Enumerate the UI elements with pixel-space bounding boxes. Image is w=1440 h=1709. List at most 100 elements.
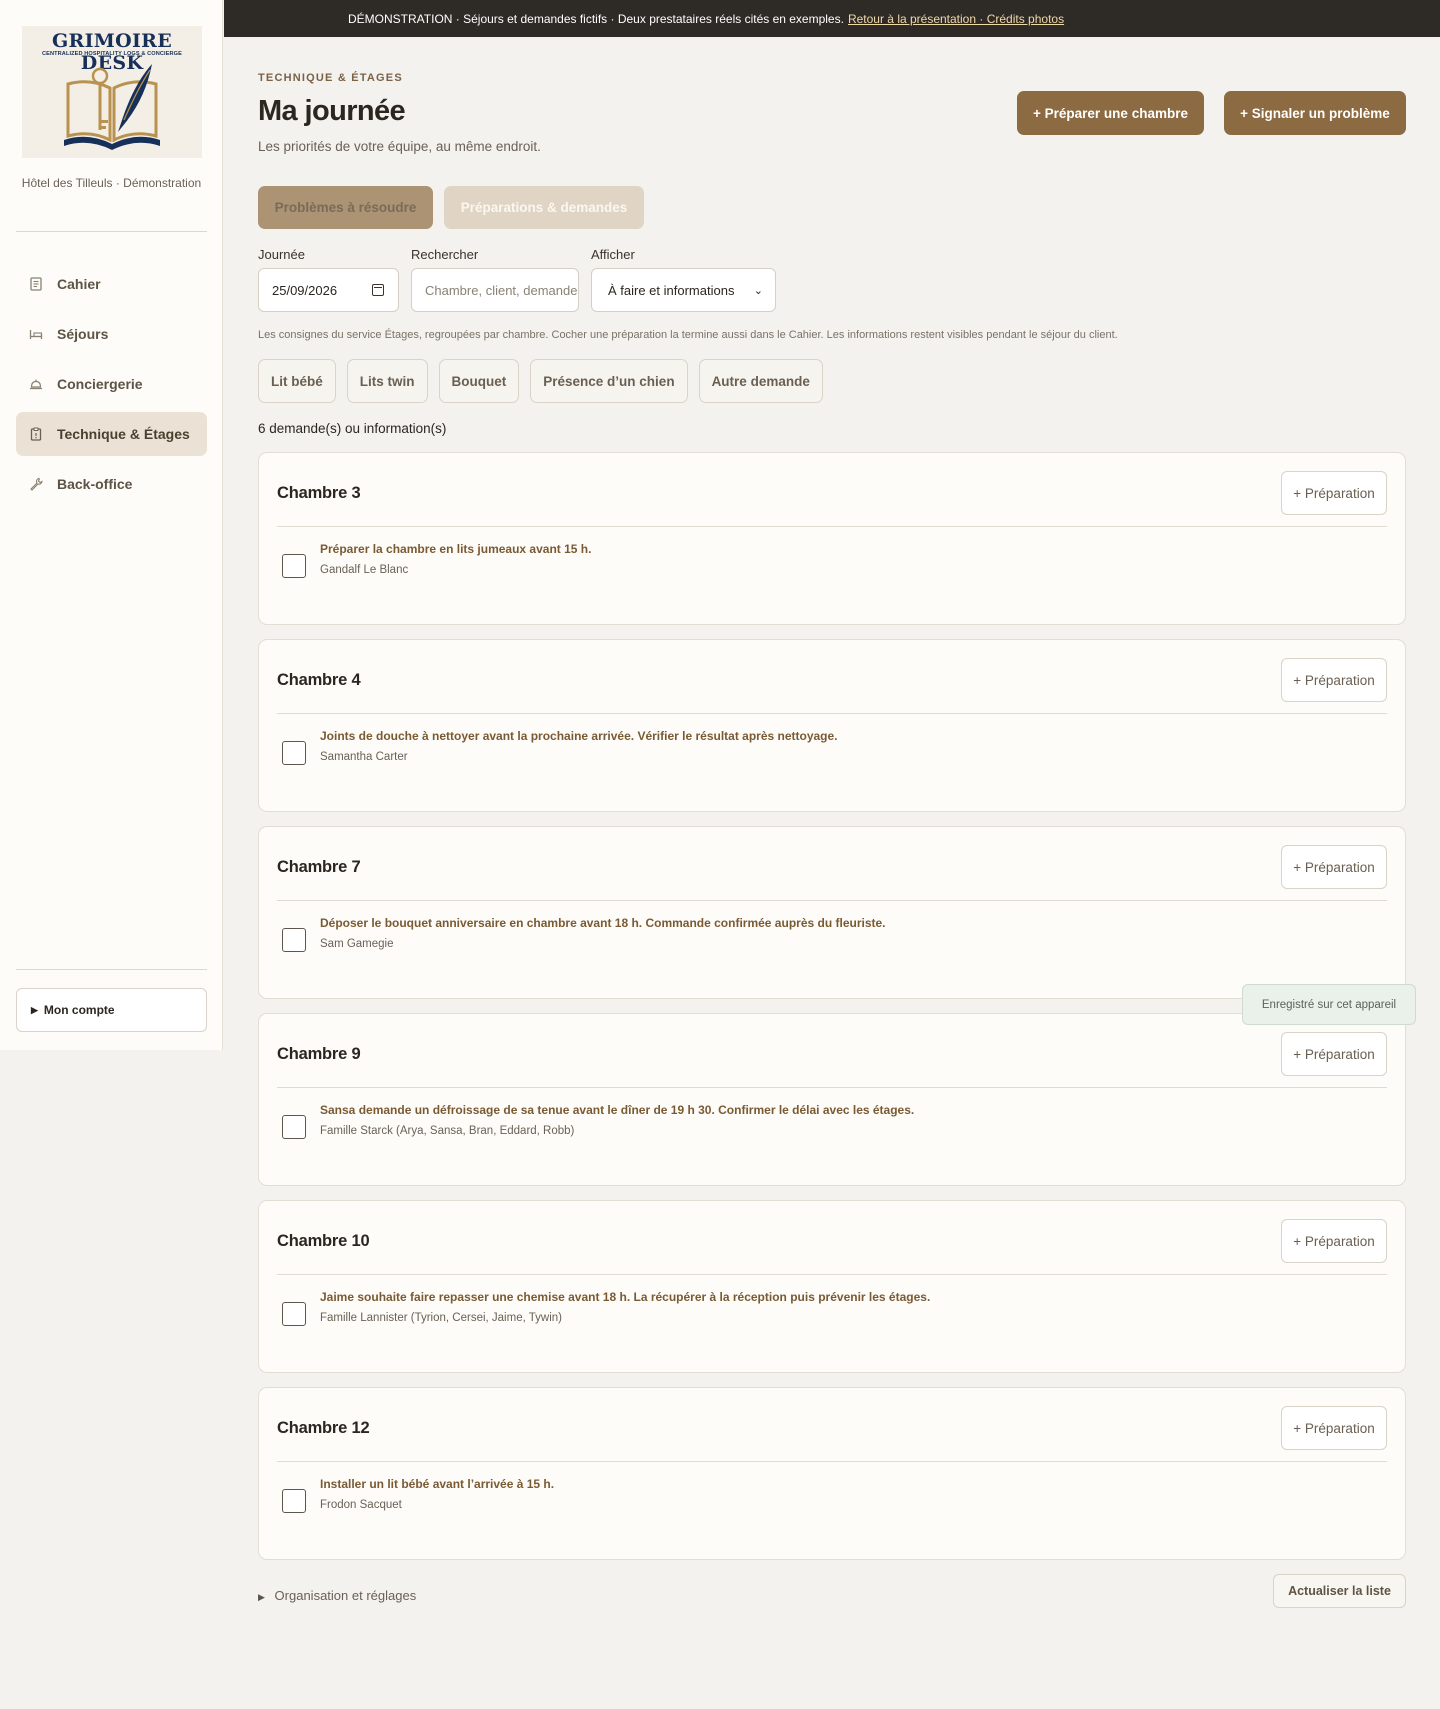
notebook-icon [30,277,42,291]
wrench-icon [30,477,43,491]
chip-bouquet[interactable]: Bouquet [438,359,520,403]
room-title: Chambre 12 [277,1419,370,1437]
chevron-down-icon: ⌄ [753,284,763,297]
card-divider [277,900,1387,901]
tab-problems[interactable]: Problèmes à résoudre [258,186,433,229]
task-text: Joints de douche à nettoyer avant la pro… [320,729,838,743]
page-subtitle: Les priorités de votre équipe, au même e… [258,139,541,154]
logo-subtitle: CENTRALIZED HOSPITALITY LOGS & CONCIERGE [42,51,182,57]
account-toggle[interactable]: ▶ Mon compte [16,988,207,1032]
sidebar-item-cahier[interactable]: Cahier [16,262,207,306]
sidebar-item-conciergerie[interactable]: Conciergerie [16,362,207,406]
app-logo[interactable]: GRIMOIRE DESK CENTRALIZED HOSPITALITY LO… [22,26,202,158]
task-guest: Famille Lannister (Tyrion, Cersei, Jaime… [320,1312,562,1324]
settings-label: Organisation et réglages [274,1588,417,1603]
task-guest: Samantha Carter [320,751,408,763]
sidebar-item-label: Conciergerie [57,376,143,392]
page-title: Ma journée [258,95,406,127]
account-label: Mon compte [43,1003,115,1017]
chip-lits-twin[interactable]: Lits twin [346,359,428,403]
room-card: Chambre 3 + Préparation Préparer la cham… [258,452,1406,625]
sidebar-item-label: Technique & Étages [57,426,190,442]
sidebar-item-label: Back-office [57,476,133,492]
search-input[interactable]: Chambre, client, demande [411,268,579,312]
task-text: Installer un lit bébé avant l’arrivée à … [320,1477,555,1491]
task-text: Sansa demande un défroissage de sa tenue… [320,1103,915,1117]
sidebar-item-back-office[interactable]: Back-office [16,462,207,506]
triangle-right-icon: ▶ [258,1592,265,1602]
chip-autre-demande[interactable]: Autre demande [698,359,823,403]
room-title: Chambre 10 [277,1232,370,1250]
hotel-name: Hôtel des Tilleuls · Démonstration [21,176,202,190]
tab-preparations[interactable]: Préparations & demandes [444,186,644,229]
task-text: Jaime souhaite faire repasser une chemis… [320,1290,931,1304]
search-label: Rechercher [411,247,479,262]
request-count: 6 demande(s) ou information(s) [258,421,447,436]
task-guest: Famille Starck (Arya, Sansa, Bran, Eddar… [320,1125,575,1137]
card-divider [277,1274,1387,1275]
sidebar-item-technique-etages[interactable]: Technique & Étages [16,412,207,456]
task-checkbox[interactable] [282,554,306,578]
add-preparation-button[interactable]: + Préparation [1281,1032,1387,1076]
room-card: Chambre 10 + Préparation Jaime souhaite … [258,1200,1406,1373]
task-checkbox[interactable] [282,1115,306,1139]
date-label: Journée [258,247,305,262]
add-preparation-button[interactable]: + Préparation [1281,1219,1387,1263]
date-field[interactable]: 25/09/2026 [258,268,399,312]
add-preparation-button[interactable]: + Préparation [1281,471,1387,515]
sidebar-item-label: Cahier [57,276,101,292]
add-preparation-button[interactable]: + Préparation [1281,658,1387,702]
task-text: Déposer le bouquet anniversaire en chamb… [320,916,886,930]
sidebar-nav: Cahier Séjours Conciergerie Technique & … [16,262,207,512]
room-card: Chambre 9 + Préparation Sansa demande un… [258,1013,1406,1186]
book-key-quill-icon [64,64,160,150]
task-checkbox[interactable] [282,741,306,765]
task-checkbox[interactable] [282,1302,306,1326]
clipboard-icon [30,427,42,441]
demo-banner-text: DÉMONSTRATION · Séjours et demandes fict… [348,11,844,26]
chip-lit-bebe[interactable]: Lit bébé [258,359,336,403]
date-value: 25/09/2026 [272,282,338,298]
card-divider [277,713,1387,714]
room-title: Chambre 7 [277,858,361,876]
chip-presence-chien[interactable]: Présence d’un chien [530,359,688,403]
saved-toast: Enregistré sur cet appareil [1242,984,1416,1025]
sidebar-divider [16,969,207,970]
card-divider [277,1461,1387,1462]
show-select[interactable]: À faire et informations ⌄ [591,268,776,312]
room-card: Chambre 12 + Préparation Installer un li… [258,1387,1406,1560]
room-title: Chambre 9 [277,1045,361,1063]
show-select-value: À faire et informations [608,282,735,298]
add-preparation-button[interactable]: + Préparation [1281,845,1387,889]
task-checkbox[interactable] [282,1489,306,1513]
demo-banner-link[interactable]: Retour à la présentation · Crédits photo… [848,12,1064,26]
sidebar-item-sejours[interactable]: Séjours [16,312,207,356]
room-card: Chambre 4 + Préparation Joints de douche… [258,639,1406,812]
refresh-list-button[interactable]: Actualiser la liste [1273,1574,1406,1608]
demo-banner: DÉMONSTRATION · Séjours et demandes fict… [224,0,1440,37]
triangle-right-icon: ▶ [31,1004,38,1015]
settings-toggle[interactable]: ▶ Organisation et réglages [258,1588,416,1603]
task-guest: Sam Gamegie [320,938,394,950]
report-problem-button[interactable]: + Signaler un problème [1224,91,1406,135]
service-bell-icon [30,379,42,390]
card-divider [277,1087,1387,1088]
sidebar-item-label: Séjours [57,326,109,342]
quick-request-chips: Lit bébé Lits twin Bouquet Présence d’un… [258,359,823,403]
section-eyebrow: TECHNIQUE & ÉTAGES [258,72,403,84]
task-checkbox[interactable] [282,928,306,952]
add-preparation-button[interactable]: + Préparation [1281,1406,1387,1450]
card-divider [277,526,1387,527]
task-guest: Frodon Sacquet [320,1499,402,1511]
sidebar-divider [16,231,207,232]
calendar-icon[interactable] [372,284,384,296]
sidebar: GRIMOIRE DESK CENTRALIZED HOSPITALITY LO… [0,0,223,1050]
task-text: Préparer la chambre en lits jumeaux avan… [320,542,592,556]
section-hint: Les consignes du service Étages, regroup… [258,329,1118,341]
prepare-room-button[interactable]: + Préparer une chambre [1017,91,1204,135]
room-card: Chambre 7 + Préparation Déposer le bouqu… [258,826,1406,999]
bed-icon [29,330,43,339]
task-guest: Gandalf Le Blanc [320,564,409,576]
room-title: Chambre 3 [277,484,361,502]
room-title: Chambre 4 [277,671,361,689]
